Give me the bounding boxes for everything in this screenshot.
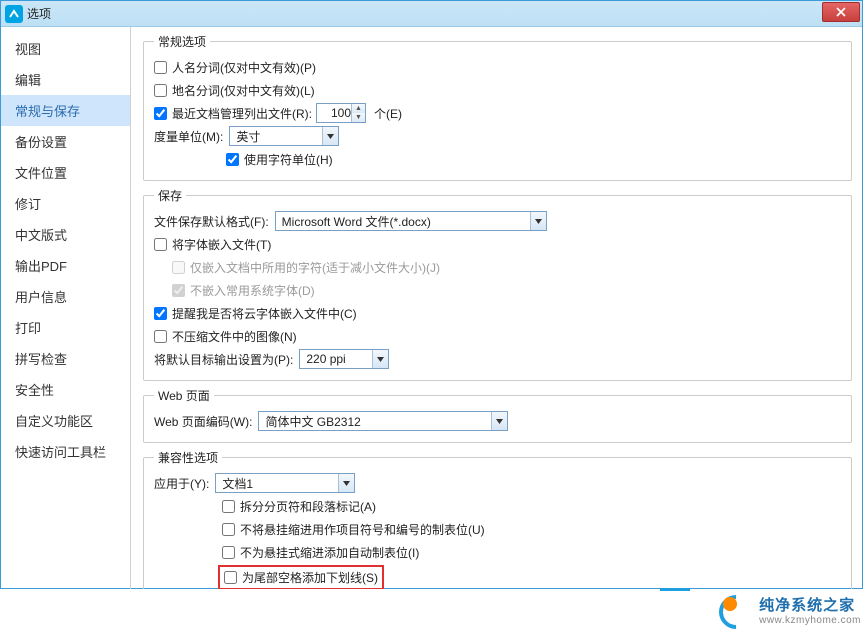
cb-only-used-chars bbox=[172, 261, 185, 274]
default-format-combo[interactable]: Microsoft Word 文件(*.docx) bbox=[275, 211, 547, 231]
lbl-place-segmentation: 地名分词(仅对中文有效)(L) bbox=[172, 82, 315, 99]
web-encoding-combo[interactable]: 简体中文 GB2312 bbox=[258, 411, 508, 431]
options-window: 选项 视图 编辑 常规与保存 备份设置 文件位置 修订 中文版式 输出PDF 用… bbox=[0, 0, 863, 589]
save-legend: 保存 bbox=[154, 187, 186, 204]
chevron-down-icon bbox=[322, 127, 338, 145]
cb-name-segmentation[interactable] bbox=[154, 61, 167, 74]
web-encoding-label: Web 页面编码(W): bbox=[154, 413, 252, 430]
cb-recent-files[interactable] bbox=[154, 107, 167, 120]
compat-group: 兼容性选项 应用于(Y): 文档1 拆分分页符和段落标记(A) 不将悬挂缩进用作… bbox=[143, 449, 852, 589]
cb-no-auto-tab[interactable] bbox=[222, 546, 235, 559]
sidebar-item-output-pdf[interactable]: 输出PDF bbox=[1, 250, 130, 281]
sidebar-item-view[interactable]: 视图 bbox=[1, 33, 130, 64]
sidebar-item-user-info[interactable]: 用户信息 bbox=[1, 281, 130, 312]
footer-watermark: 纯净系统之家 www.kzmyhome.com bbox=[719, 595, 861, 629]
body-area: 视图 编辑 常规与保存 备份设置 文件位置 修订 中文版式 输出PDF 用户信息… bbox=[1, 27, 862, 589]
window-title: 选项 bbox=[27, 5, 51, 22]
cb-embed-fonts[interactable] bbox=[154, 238, 167, 251]
sidebar-item-chinese-layout[interactable]: 中文版式 bbox=[1, 219, 130, 250]
content-panel: 常规选项 人名分词(仅对中文有效)(P) 地名分词(仅对中文有效)(L) 最近文… bbox=[131, 27, 862, 589]
save-group: 保存 文件保存默认格式(F): Microsoft Word 文件(*.docx… bbox=[143, 187, 852, 381]
lbl-embed-fonts: 将字体嵌入文件(T) bbox=[172, 236, 271, 253]
chevron-down-icon bbox=[372, 350, 388, 368]
close-icon bbox=[836, 7, 846, 17]
sidebar-item-edit[interactable]: 编辑 bbox=[1, 64, 130, 95]
cb-underline-trailing-spaces[interactable] bbox=[224, 571, 237, 584]
lbl-no-hanging-tab: 不将悬挂缩进用作项目符号和编号的制表位(U) bbox=[240, 521, 485, 538]
sidebar: 视图 编辑 常规与保存 备份设置 文件位置 修订 中文版式 输出PDF 用户信息… bbox=[1, 27, 131, 589]
lbl-no-compress-image: 不压缩文件中的图像(N) bbox=[172, 328, 297, 345]
brand-name: 纯净系统之家 bbox=[759, 598, 861, 615]
general-legend: 常规选项 bbox=[154, 33, 210, 50]
default-format-label: 文件保存默认格式(F): bbox=[154, 213, 269, 230]
recent-files-value: 100 bbox=[331, 106, 351, 120]
brand-logo-icon bbox=[719, 595, 753, 629]
chevron-down-icon bbox=[491, 412, 507, 430]
sidebar-item-spellcheck[interactable]: 拼写检查 bbox=[1, 343, 130, 374]
compat-legend: 兼容性选项 bbox=[154, 449, 222, 466]
apply-to-combo[interactable]: 文档1 bbox=[215, 473, 355, 493]
title-bar: 选项 bbox=[1, 1, 862, 27]
apply-to-value: 文档1 bbox=[222, 475, 253, 492]
decorative-underline bbox=[660, 588, 690, 591]
measure-combo[interactable]: 英寸 bbox=[229, 126, 339, 146]
chevron-down-icon bbox=[338, 474, 354, 492]
cb-no-hanging-tab[interactable] bbox=[222, 523, 235, 536]
cb-prompt-cloud-font[interactable] bbox=[154, 307, 167, 320]
sidebar-item-revision[interactable]: 修订 bbox=[1, 188, 130, 219]
target-output-value: 220 ppi bbox=[306, 352, 345, 366]
spin-down-icon[interactable]: ▼ bbox=[352, 113, 365, 122]
lbl-only-used-chars: 仅嵌入文档中所用的字符(适于减小文件大小)(J) bbox=[190, 259, 440, 276]
measure-label: 度量单位(M): bbox=[154, 128, 223, 145]
lbl-prompt-cloud-font: 提醒我是否将云字体嵌入文件中(C) bbox=[172, 305, 357, 322]
lbl-recent-files: 最近文档管理列出文件(R): bbox=[172, 105, 312, 122]
cb-place-segmentation[interactable] bbox=[154, 84, 167, 97]
measure-value: 英寸 bbox=[236, 128, 260, 145]
recent-files-unit: 个(E) bbox=[374, 105, 402, 122]
cb-no-compress-image[interactable] bbox=[154, 330, 167, 343]
sidebar-item-file-location[interactable]: 文件位置 bbox=[1, 157, 130, 188]
highlight-underline-trailing-spaces: 为尾部空格添加下划线(S) bbox=[218, 565, 384, 589]
web-group: Web 页面 Web 页面编码(W): 简体中文 GB2312 bbox=[143, 387, 852, 443]
sidebar-item-print[interactable]: 打印 bbox=[1, 312, 130, 343]
target-output-combo[interactable]: 220 ppi bbox=[299, 349, 389, 369]
lbl-split-page-break: 拆分分页符和段落标记(A) bbox=[240, 498, 376, 515]
spinner-buttons[interactable]: ▲▼ bbox=[351, 104, 365, 122]
cb-char-unit[interactable] bbox=[226, 153, 239, 166]
lbl-name-segmentation: 人名分词(仅对中文有效)(P) bbox=[172, 59, 316, 76]
general-group: 常规选项 人名分词(仅对中文有效)(P) 地名分词(仅对中文有效)(L) 最近文… bbox=[143, 33, 852, 181]
spin-up-icon[interactable]: ▲ bbox=[352, 104, 365, 113]
sidebar-item-backup[interactable]: 备份设置 bbox=[1, 126, 130, 157]
default-format-value: Microsoft Word 文件(*.docx) bbox=[282, 213, 431, 230]
chevron-down-icon bbox=[530, 212, 546, 230]
brand-url: www.kzmyhome.com bbox=[759, 615, 861, 626]
lbl-no-auto-tab: 不为悬挂式缩进添加自动制表位(I) bbox=[240, 544, 419, 561]
target-output-label: 将默认目标输出设置为(P): bbox=[154, 351, 293, 368]
brand-logo: 纯净系统之家 www.kzmyhome.com bbox=[719, 595, 861, 629]
cb-split-page-break[interactable] bbox=[222, 500, 235, 513]
sidebar-item-general-save[interactable]: 常规与保存 bbox=[1, 95, 130, 126]
close-button[interactable] bbox=[822, 2, 860, 22]
sidebar-item-customize-ribbon[interactable]: 自定义功能区 bbox=[1, 405, 130, 436]
lbl-underline-trailing-spaces: 为尾部空格添加下划线(S) bbox=[242, 569, 378, 586]
lbl-no-common-fonts: 不嵌入常用系统字体(D) bbox=[190, 282, 315, 299]
sidebar-item-quick-access[interactable]: 快速访问工具栏 bbox=[1, 436, 130, 467]
cb-no-common-fonts bbox=[172, 284, 185, 297]
recent-files-spinner[interactable]: 100 ▲▼ bbox=[316, 103, 366, 123]
sidebar-item-security[interactable]: 安全性 bbox=[1, 374, 130, 405]
apply-to-label: 应用于(Y): bbox=[154, 475, 209, 492]
app-icon bbox=[5, 5, 23, 23]
lbl-char-unit: 使用字符单位(H) bbox=[244, 151, 333, 168]
web-legend: Web 页面 bbox=[154, 387, 214, 404]
web-encoding-value: 简体中文 GB2312 bbox=[265, 413, 360, 430]
